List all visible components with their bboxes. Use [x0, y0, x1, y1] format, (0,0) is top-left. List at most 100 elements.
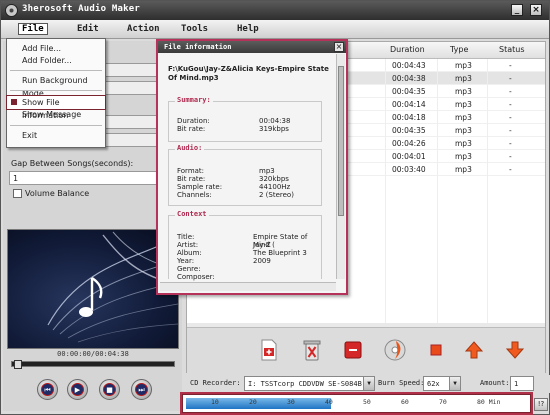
audio-key: Format: — [177, 167, 205, 175]
burn-speed-value: 62x — [427, 380, 440, 388]
window-title: 3herosoft Audio Maker — [22, 4, 140, 14]
cell-type: mp3 — [455, 100, 472, 109]
progress-handle[interactable] — [14, 360, 22, 369]
menu-action[interactable]: Action — [127, 24, 160, 34]
cell-type: mp3 — [455, 61, 472, 70]
amount-label: Amount: — [480, 379, 510, 387]
previous-icon: ⏮ — [41, 383, 54, 396]
cell-status: - — [509, 139, 512, 148]
move-down-icon[interactable] — [503, 338, 527, 362]
column-status[interactable]: Status — [499, 45, 525, 54]
scrollbar-thumb[interactable] — [338, 66, 344, 216]
cell-status: - — [509, 165, 512, 174]
context-title: Context — [175, 210, 209, 218]
cell-type: mp3 — [455, 165, 472, 174]
menu-item-run-background-mode[interactable]: Run Background Mode — [7, 74, 105, 98]
grid-divider — [385, 59, 386, 323]
menu-item-add-folder[interactable]: Add Folder... — [7, 54, 105, 67]
column-duration[interactable]: Duration — [390, 45, 425, 54]
capacity-tick-label: 30 — [287, 398, 295, 406]
grid-divider — [437, 59, 438, 323]
capacity-used-fill — [186, 398, 331, 409]
file-menu-dropdown: Add File... Add Folder... Run Background… — [6, 38, 106, 148]
burn-speed-select[interactable]: 62x ▼ — [423, 376, 461, 391]
summary-title: Summary: — [175, 96, 213, 104]
menu-separator — [10, 70, 102, 71]
cell-status: - — [509, 152, 512, 161]
menu-file[interactable]: File — [18, 23, 48, 35]
gap-label: Gap Between Songs(seconds): — [11, 159, 134, 168]
visualization-panel — [7, 229, 179, 349]
app-logo-icon — [5, 4, 18, 17]
next-icon: ⏭ — [135, 383, 148, 396]
menu-item-exit[interactable]: Exit — [7, 129, 105, 142]
audio-key: Bit rate: — [177, 175, 206, 183]
summary-group: Summary: Duration: 00:04:38 Bit rate: 31… — [168, 96, 322, 142]
capacity-tick-label: 10 — [211, 398, 219, 406]
remove-icon[interactable] — [341, 338, 365, 362]
menu-bar: File Edit Action Tools Help — [1, 20, 549, 39]
play-icon: ▶ — [71, 383, 84, 396]
stop-icon: ■ — [103, 383, 116, 396]
menu-separator — [10, 125, 102, 126]
summary-value: 319kbps — [259, 125, 289, 133]
chevron-down-icon: ▼ — [363, 377, 374, 390]
disc-capacity-bar: 10 20 30 40 50 60 70 80 Min — [180, 392, 533, 415]
context-key: Title: — [177, 233, 195, 241]
playback-time: 00:00:00/00:04:38 — [57, 350, 129, 358]
gap-input[interactable]: 1 — [9, 171, 179, 185]
capacity-tick-label: 60 — [401, 398, 409, 406]
cell-duration: 00:04:26 — [392, 139, 426, 148]
file-path: F:\KuGou\Jay-Z&Alicia Keys-Empire State … — [168, 65, 329, 82]
capacity-tick-label: 40 — [325, 398, 333, 406]
cell-status: - — [509, 61, 512, 70]
cell-duration: 00:04:18 — [392, 113, 426, 122]
cd-recorder-select[interactable]: I: TSSTcorp CDDVDW SE-S084B ▼ — [244, 376, 375, 391]
context-group: Context Title: Empire State of Mind ( Ar… — [168, 210, 322, 281]
amount-stepper[interactable]: 1 — [510, 376, 534, 391]
cell-duration: 00:04:01 — [392, 152, 426, 161]
column-type[interactable]: Type — [450, 45, 468, 54]
play-button[interactable]: ▶ — [67, 379, 88, 400]
menu-tools[interactable]: Tools — [181, 24, 208, 34]
title-bar: 3herosoft Audio Maker _ × — [1, 1, 549, 20]
close-button[interactable]: × — [530, 4, 542, 16]
menu-item-show-message[interactable]: Show Message — [7, 108, 105, 121]
dialog-close-button[interactable]: × — [334, 42, 344, 52]
context-key: Composer: — [177, 273, 215, 281]
volume-balance-checkbox[interactable] — [13, 189, 22, 198]
context-key: Album: — [177, 249, 202, 257]
stop-button[interactable]: ■ — [99, 379, 120, 400]
cell-type: mp3 — [455, 126, 472, 135]
capacity-tick-label: 80 Min — [477, 398, 501, 406]
delete-icon[interactable] — [300, 338, 324, 362]
context-value: The Blueprint 3 — [253, 249, 307, 257]
clear-icon[interactable] — [424, 338, 448, 362]
minimize-button[interactable]: _ — [511, 4, 523, 16]
grid-divider — [487, 59, 488, 323]
cell-duration: 00:04:35 — [392, 87, 426, 96]
cell-status: - — [509, 113, 512, 122]
context-key: Genre: — [177, 265, 201, 273]
add-file-icon[interactable] — [257, 338, 281, 362]
move-up-icon[interactable] — [462, 338, 486, 362]
playback-progress[interactable] — [11, 360, 175, 369]
previous-button[interactable]: ⏮ — [37, 379, 58, 400]
menu-help[interactable]: Help — [237, 24, 259, 34]
next-button[interactable]: ⏭ — [131, 379, 152, 400]
cell-type: mp3 — [455, 87, 472, 96]
audio-group: Audio: Format: mp3 Bit rate: 320kbps Sam… — [168, 144, 322, 206]
burn-speed-label: Burn Speed: — [378, 379, 425, 387]
dialog-vertical-scrollbar[interactable] — [336, 54, 345, 279]
help-button[interactable]: !? — [534, 398, 548, 411]
capacity-tick-label: 50 — [363, 398, 371, 406]
dialog-horizontal-scrollbar[interactable] — [160, 282, 336, 291]
burn-disc-icon[interactable] — [383, 338, 407, 362]
music-note-art-icon — [47, 231, 178, 343]
menu-edit[interactable]: Edit — [77, 24, 99, 34]
audio-value: 320kbps — [259, 175, 289, 183]
cell-type: mp3 — [455, 152, 472, 161]
checked-indicator-icon — [11, 99, 17, 105]
cell-status: - — [509, 100, 512, 109]
cell-status: - — [509, 126, 512, 135]
